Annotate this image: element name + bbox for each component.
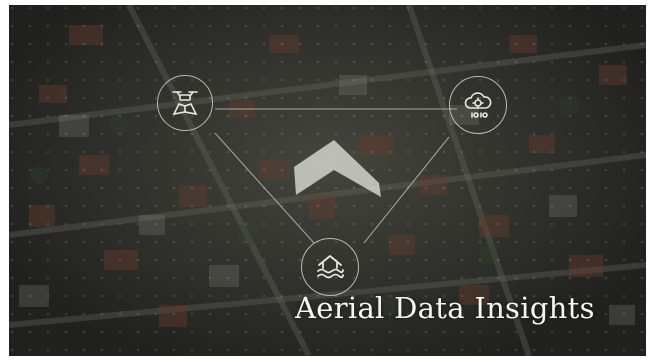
drone-map-icon bbox=[172, 91, 198, 116]
drone-icon-circle bbox=[157, 75, 213, 131]
flood-icon-circle bbox=[301, 238, 359, 296]
cloud-icon-circle bbox=[449, 76, 507, 134]
flood-house-icon bbox=[317, 255, 344, 279]
page-title: Aerial Data Insights bbox=[295, 291, 595, 325]
cloud-data-icon bbox=[464, 92, 492, 118]
aerial-photo: Aerial Data Insights bbox=[9, 5, 646, 356]
